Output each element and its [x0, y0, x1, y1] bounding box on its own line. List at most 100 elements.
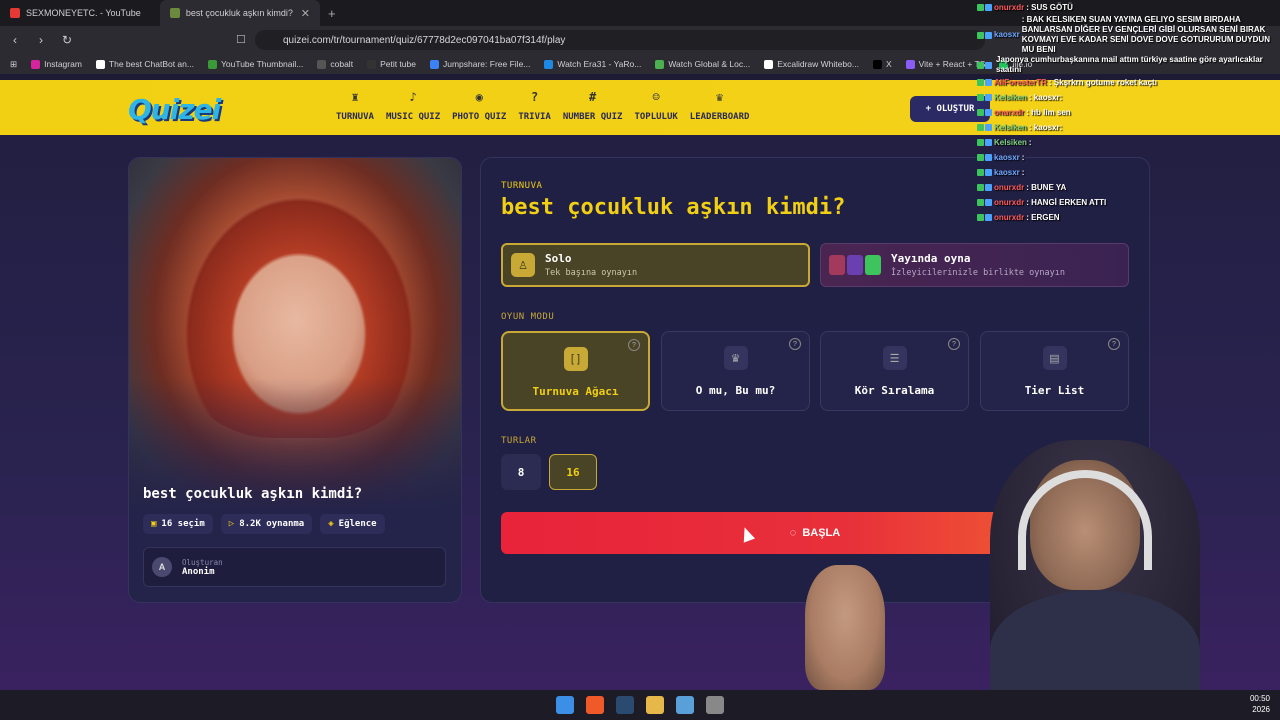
creator-box: A Oluşturan Anonim — [143, 547, 446, 587]
folder-icon[interactable] — [646, 696, 664, 714]
bookmark-item[interactable]: Jumpshare: Free File... — [426, 59, 534, 69]
back-icon[interactable]: ‹ — [8, 33, 22, 47]
question-icon: ? — [530, 90, 539, 104]
webcam-overlay — [990, 440, 1200, 690]
nav-item-music-quiz[interactable]: ♪ MUSIC QUIZ — [380, 90, 446, 122]
steam-icon[interactable] — [616, 696, 634, 714]
chat-badge-icon — [977, 31, 992, 39]
chat-message: onurxdr: HANGİ ERKEN ATTI — [977, 195, 1280, 210]
chat-text: : — [1021, 153, 1025, 162]
chat-message: Japonya cumhurbaşkanına mail attım türki… — [977, 55, 1280, 75]
chat-username: onurxdr — [994, 198, 1025, 207]
main-nav: ♜ TURNUVA ♪ MUSIC QUIZ ◉ PHOTO QUIZ ? TR… — [330, 90, 755, 122]
list-ordered-icon: ☰ — [882, 346, 907, 370]
help-icon[interactable]: ? — [948, 338, 960, 350]
chat-badge-icon — [977, 79, 992, 86]
nav-label: TRIVIA — [518, 112, 551, 122]
quiz-title: best çocukluk aşkın kimdi? — [143, 486, 363, 502]
chat-message: onurxdr: BUNE YA — [977, 180, 1280, 195]
chat-username: Kelsiken — [994, 138, 1027, 147]
forward-icon[interactable]: › — [34, 33, 48, 47]
plays-stat: ▷ 8.2K oynanma — [220, 514, 313, 534]
help-icon[interactable]: ? — [628, 339, 640, 351]
chat-badge-icon — [977, 154, 992, 161]
nav-item-photo-quiz[interactable]: ◉ PHOTO QUIZ — [446, 90, 512, 122]
chat-message: kaosxr: BAK KELSIKEN SUAN YAYINA GELIYO … — [977, 15, 1280, 55]
system-clock: 00:50 2026 — [1249, 694, 1270, 714]
bookmark-item[interactable]: Watch Global & Loc... — [651, 59, 754, 69]
nav-label: LEADERBOARD — [689, 112, 750, 122]
award-icon: ♛ — [715, 90, 724, 104]
quiz-cover-card — [128, 157, 462, 603]
windows-start-icon[interactable] — [556, 696, 574, 714]
bookmark-icon[interactable]: ☐ — [236, 33, 246, 46]
streaming-platforms-icon — [829, 255, 881, 275]
chat-message: kaosxr: — [977, 165, 1280, 180]
nav-item-turnuva[interactable]: ♜ TURNUVA — [330, 90, 380, 122]
app-icon[interactable] — [676, 696, 694, 714]
bookmark-item[interactable]: Watch Era31 - YaRo... — [540, 59, 645, 69]
bookmark-item[interactable]: The best ChatBot an... — [92, 59, 198, 69]
bracket-icon: [ ] — [563, 347, 588, 371]
chat-text: : ERGEN — [1026, 213, 1060, 222]
bookmark-item[interactable]: Petit tube — [363, 59, 420, 69]
site-logo[interactable]: Quizei — [128, 93, 221, 126]
bookmark-item[interactable]: YouTube Thumbnail... — [204, 59, 307, 69]
chat-username: kaosxr — [994, 168, 1020, 177]
reload-icon[interactable]: ↻ — [60, 33, 74, 47]
live-mode-button[interactable]: Yayında oyna İzleyicilerinizle birlikte … — [820, 243, 1129, 287]
category-badge[interactable]: ◈ Eğlence — [320, 514, 385, 534]
chat-text: : hb lim sen — [1026, 108, 1071, 117]
settings-icon[interactable] — [706, 696, 724, 714]
chat-username: onurxdr — [994, 108, 1025, 117]
bookmark-item[interactable]: cobalt — [313, 59, 357, 69]
nav-label: PHOTO QUIZ — [452, 112, 507, 122]
bookmark-item[interactable]: X — [869, 59, 896, 69]
chat-username: onurxdr — [994, 183, 1025, 192]
nav-item-leaderboard[interactable]: ♛ LEADERBOARD — [684, 90, 756, 122]
camera-icon: ◉ — [475, 90, 483, 104]
avatar: A — [152, 557, 172, 577]
choices-stat: ▣ 16 seçim — [143, 514, 213, 534]
brave-browser-icon[interactable] — [586, 696, 604, 714]
round-option-16[interactable]: 16 — [549, 454, 597, 490]
game-mode-bracket[interactable]: ? [ ] Turnuva Ağacı — [501, 331, 650, 411]
tab-youtube[interactable]: SEXMONEYETC. - YouTube — [0, 0, 160, 26]
game-mode-blind-ranking[interactable]: ? ☰ Kör Sıralama — [820, 331, 969, 411]
panel-eyebrow: TURNUVA — [501, 181, 543, 191]
apps-icon[interactable]: ⊞ — [6, 59, 21, 70]
stream-chat-overlay: onurxdr: SUS GÖTÜ kaosxr: BAK KELSIKEN SU… — [977, 0, 1280, 225]
game-mode-label: OYUN MODU — [501, 312, 555, 322]
chat-message: Kelsiken: kaosxr: — [977, 120, 1280, 135]
creator-label: Oluşturan — [182, 557, 223, 567]
chat-message: Kelsiken: — [977, 135, 1280, 150]
bookmark-item[interactable]: Instagram — [27, 59, 86, 69]
url-field[interactable]: quizei.com/tr/tournament/quiz/67778d2ec0… — [255, 30, 985, 50]
game-mode-this-or-that[interactable]: ? ♛ O mu, Bu mu? — [661, 331, 810, 411]
new-tab-icon[interactable]: + — [320, 6, 336, 21]
chat-badge-icon — [977, 214, 992, 221]
chat-message: AliForesterTR: Şkşrkrn gotume roket kaçt… — [977, 75, 1280, 90]
round-option-8[interactable]: 8 — [501, 454, 541, 490]
nav-item-number-quiz[interactable]: # NUMBER QUIZ — [557, 90, 629, 122]
chat-text: : kaosxr: — [1028, 123, 1063, 132]
chat-text: : Şkşrkrn gotume roket kaçtı — [1048, 78, 1157, 87]
chat-badge-icon — [977, 169, 992, 176]
solo-mode-button[interactable]: ♙ Solo Tek başına oynayın — [501, 243, 810, 287]
help-icon[interactable]: ? — [789, 338, 801, 350]
help-icon[interactable]: ? — [1108, 338, 1120, 350]
bookmark-item[interactable]: Excalidraw Whitebo... — [760, 59, 863, 69]
tab-quizei[interactable]: best çocukluk aşkın kimdi? - Tie ✕ — [160, 0, 320, 26]
chat-text: : BUNE YA — [1026, 183, 1067, 192]
chat-text: : — [1028, 138, 1032, 147]
chat-text: : BAK KELSIKEN SUAN YAYINA GELIYO SESIM … — [1021, 15, 1270, 54]
game-mode-tier-list[interactable]: ? ▤ Tier List — [980, 331, 1129, 411]
close-icon[interactable]: ✕ — [301, 7, 310, 20]
layers-icon: ▣ — [151, 519, 157, 529]
nav-item-trivia[interactable]: ? TRIVIA — [512, 90, 557, 122]
chat-badge-icon — [977, 139, 992, 146]
nav-item-topluluk[interactable]: ☺ TOPLULUK — [628, 90, 683, 122]
chat-username: kaosxr — [994, 153, 1020, 162]
music-icon: ♪ — [409, 90, 417, 104]
chat-username: onurxdr — [994, 3, 1025, 12]
